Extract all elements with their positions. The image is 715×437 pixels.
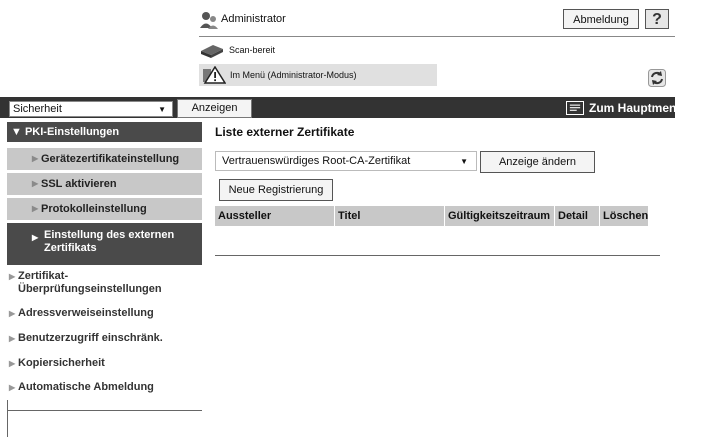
- caret-down-icon: ▼: [158, 105, 166, 114]
- arrow-right-icon: ▶: [9, 334, 16, 343]
- column-header-validity: Gültigkeitszeitraum: [445, 206, 555, 226]
- new-registration-button[interactable]: Neue Registrierung: [219, 179, 333, 201]
- sidebar-item-label: Adressverweiseinstellung: [18, 307, 154, 319]
- sidebar-item-cert-check[interactable]: ▶ Zertifikat- Überprüfungseinstellungen: [7, 270, 202, 296]
- sidebar-item-label: Automatische Abmeldung: [18, 381, 154, 393]
- cert-table-header: Aussteller Titel Gültigkeitszeitraum Det…: [215, 206, 648, 226]
- arrow-right-icon: ▶: [9, 309, 16, 318]
- header-divider: [199, 36, 675, 37]
- scan-status: Scan-bereit: [229, 45, 276, 55]
- sidebar-item-label-2: Überprüfungseinstellungen: [18, 283, 162, 295]
- arrow-right-icon: ▶: [32, 204, 39, 213]
- column-header-issuer: Aussteller: [215, 206, 335, 226]
- sidebar-item-auto-logout[interactable]: ▶ Automatische Abmeldung: [7, 381, 202, 394]
- category-select[interactable]: Sicherheit ▼: [9, 101, 173, 117]
- show-button[interactable]: Anzeigen: [177, 99, 252, 118]
- page-title: Liste externer Zertifikate: [215, 125, 355, 139]
- sidebar-item-label-2: Zertifikats: [44, 242, 97, 254]
- arrow-right-icon: ▶: [32, 179, 39, 188]
- refresh-icon[interactable]: [648, 69, 666, 87]
- arrow-right-icon: ▶: [32, 154, 39, 163]
- admin-user-icon: [200, 12, 218, 29]
- sidebar-item-external-cert[interactable]: ▶ Einstellung des externen Zertifikats: [7, 223, 202, 265]
- sidebar-item-label: Einstellung des externen: [44, 229, 175, 241]
- cert-type-select-value: Vertrauenswürdiges Root-CA-Zertifikat: [222, 155, 411, 167]
- sidebar-divider: [7, 410, 202, 411]
- sidebar-item-ssl[interactable]: ▶ SSL aktivieren: [7, 173, 202, 195]
- column-header-title: Titel: [335, 206, 445, 226]
- column-header-delete: Löschen: [603, 210, 649, 222]
- mode-text: Im Menü (Administrator-Modus): [230, 70, 357, 80]
- sidebar-item-label: SSL aktivieren: [41, 178, 117, 190]
- sidebar-section-label: PKI-Einstellungen: [24, 126, 120, 138]
- help-button[interactable]: ?: [645, 9, 669, 29]
- caret-down-icon: ▼: [460, 157, 468, 166]
- logout-button[interactable]: Abmeldung: [563, 9, 639, 29]
- content-divider: [215, 255, 660, 256]
- sidebar-item-protocol[interactable]: ▶ Protokolleinstellung: [7, 198, 202, 220]
- sidebar-item-copy-security[interactable]: ▶ Kopiersicherheit: [7, 357, 202, 370]
- user-name: Administrator: [221, 13, 286, 25]
- scanner-icon: [201, 45, 223, 58]
- column-header-detail: Detail: [555, 206, 600, 226]
- home-icon[interactable]: [566, 101, 584, 115]
- category-select-value: Sicherheit: [13, 103, 62, 115]
- arrow-right-icon: ▶: [32, 233, 39, 242]
- sidebar-item-address-ref[interactable]: ▶ Adressverweiseinstellung: [7, 307, 202, 320]
- sidebar-section-pki[interactable]: ▼ PKI-Einstellungen: [7, 122, 202, 142]
- sidebar-item-label: Benutzerzugriff einschränk.: [18, 332, 163, 344]
- sidebar-item-label: Zertifikat-: [18, 270, 69, 282]
- sidebar-item-label: Gerätezertifikateinstellung: [41, 153, 180, 165]
- cert-type-select[interactable]: Vertrauenswürdiges Root-CA-Zertifikat ▼: [215, 151, 477, 171]
- triangle-down-icon: ▼: [11, 126, 22, 138]
- arrow-right-icon: ▶: [9, 359, 16, 368]
- sidebar-left-border: [7, 400, 8, 437]
- arrow-right-icon: ▶: [9, 383, 16, 392]
- arrow-right-icon: ▶: [9, 272, 16, 281]
- warning-icon: [203, 66, 226, 84]
- sidebar-item-user-access[interactable]: ▶ Benutzerzugriff einschränk.: [7, 332, 202, 345]
- sidebar-item-device-cert[interactable]: ▶ Gerätezertifikateinstellung: [7, 148, 202, 170]
- sidebar-item-label: Kopiersicherheit: [18, 357, 105, 369]
- sidebar-item-label: Protokolleinstellung: [41, 203, 147, 215]
- change-display-button[interactable]: Anzeige ändern: [480, 151, 595, 173]
- home-link[interactable]: Zum Hauptmenü: [589, 101, 684, 115]
